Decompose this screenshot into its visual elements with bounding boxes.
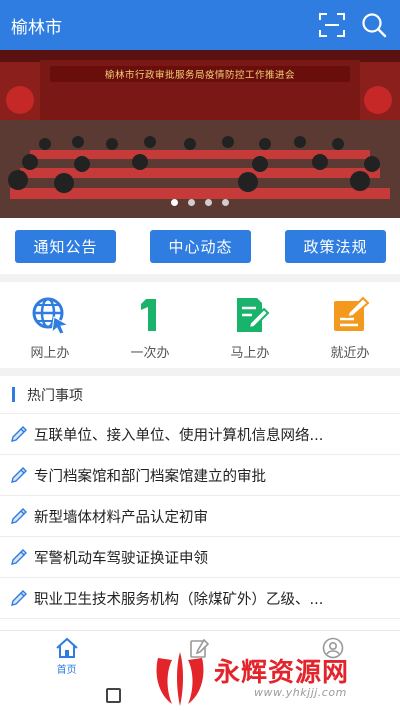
service-grid: 网上办 一次办 马上办 就近办 bbox=[0, 282, 400, 368]
pencil-icon bbox=[11, 508, 27, 524]
carousel-dot[interactable] bbox=[171, 199, 178, 206]
pencil-icon bbox=[11, 467, 27, 483]
notice-button[interactable]: 通知公告 bbox=[15, 229, 116, 263]
hot-items-header: 热门事项 bbox=[0, 376, 400, 414]
service-label: 网上办 bbox=[30, 346, 70, 361]
notepad-pen-icon bbox=[329, 294, 371, 336]
recent-apps-icon[interactable] bbox=[106, 688, 121, 703]
list-item-text: 互联单位、接入单位、使用计算机信息网络... bbox=[34, 427, 324, 444]
section-marker bbox=[12, 387, 15, 402]
list-item-text: 职业卫生技术服务机构（除煤矿外）乙级、... bbox=[34, 591, 324, 608]
pencil-icon bbox=[11, 426, 27, 442]
scan-icon[interactable] bbox=[318, 11, 346, 39]
list-item-text: 新型墙体材料产品认定初审 bbox=[34, 509, 208, 526]
watermark-logo bbox=[156, 652, 204, 706]
list-item[interactable]: 专门档案馆和部门档案馆建立的审批 bbox=[0, 455, 400, 496]
pencil-icon bbox=[11, 549, 27, 565]
watermark: 永辉资源网 www.yhkjjj.com bbox=[150, 650, 400, 711]
service-label: 一次办 bbox=[130, 346, 170, 361]
pencil-icon bbox=[11, 590, 27, 606]
globe-cursor-icon bbox=[29, 294, 71, 336]
search-icon[interactable] bbox=[360, 11, 388, 39]
number-one-icon bbox=[129, 294, 171, 336]
watermark-url: www.yhkjjj.com bbox=[254, 686, 347, 699]
list-item[interactable]: 军警机动车驾驶证换证申领 bbox=[0, 537, 400, 578]
app-header: 榆林市 bbox=[0, 0, 400, 50]
list-item[interactable]: 职业卫生技术服务机构（除煤矿外）乙级、... bbox=[0, 578, 400, 619]
document-pen-icon bbox=[229, 294, 271, 336]
home-icon bbox=[55, 637, 78, 658]
nav-home[interactable]: 首页 bbox=[0, 631, 133, 680]
center-news-button[interactable]: 中心动态 bbox=[150, 229, 251, 263]
carousel-dot[interactable] bbox=[222, 199, 229, 206]
service-label: 马上办 bbox=[230, 346, 270, 361]
list-item-text: 军警机动车驾驶证换证申领 bbox=[34, 550, 208, 567]
carousel-dot[interactable] bbox=[188, 199, 195, 206]
banner-caption: 榆林市行政审批服务局疫情防控工作推进会 bbox=[50, 66, 350, 82]
service-online[interactable]: 网上办 bbox=[0, 282, 100, 368]
list-item-text: 专门档案馆和部门档案馆建立的审批 bbox=[34, 468, 266, 485]
category-buttons: 通知公告 中心动态 政策法规 bbox=[0, 218, 400, 274]
hot-items-section: 热门事项 互联单位、接入单位、使用计算机信息网络... 专门档案馆和部门档案馆建… bbox=[0, 376, 400, 638]
policy-button[interactable]: 政策法规 bbox=[285, 229, 386, 263]
carousel-dots bbox=[0, 199, 400, 206]
service-nearby[interactable]: 就近办 bbox=[300, 282, 400, 368]
service-once[interactable]: 一次办 bbox=[100, 282, 200, 368]
section-title: 热门事项 bbox=[27, 387, 83, 404]
service-label: 就近办 bbox=[330, 346, 370, 361]
watermark-name: 永辉资源网 bbox=[214, 658, 350, 688]
carousel-dot[interactable] bbox=[205, 199, 212, 206]
list-item[interactable]: 新型墙体材料产品认定初审 bbox=[0, 496, 400, 537]
banner-carousel[interactable]: 榆林市行政审批服务局疫情防控工作推进会 bbox=[0, 50, 400, 218]
list-item[interactable]: 互联单位、接入单位、使用计算机信息网络... bbox=[0, 414, 400, 455]
nav-label: 首页 bbox=[56, 665, 77, 676]
city-title[interactable]: 榆林市 bbox=[11, 13, 318, 38]
service-immediate[interactable]: 马上办 bbox=[200, 282, 300, 368]
